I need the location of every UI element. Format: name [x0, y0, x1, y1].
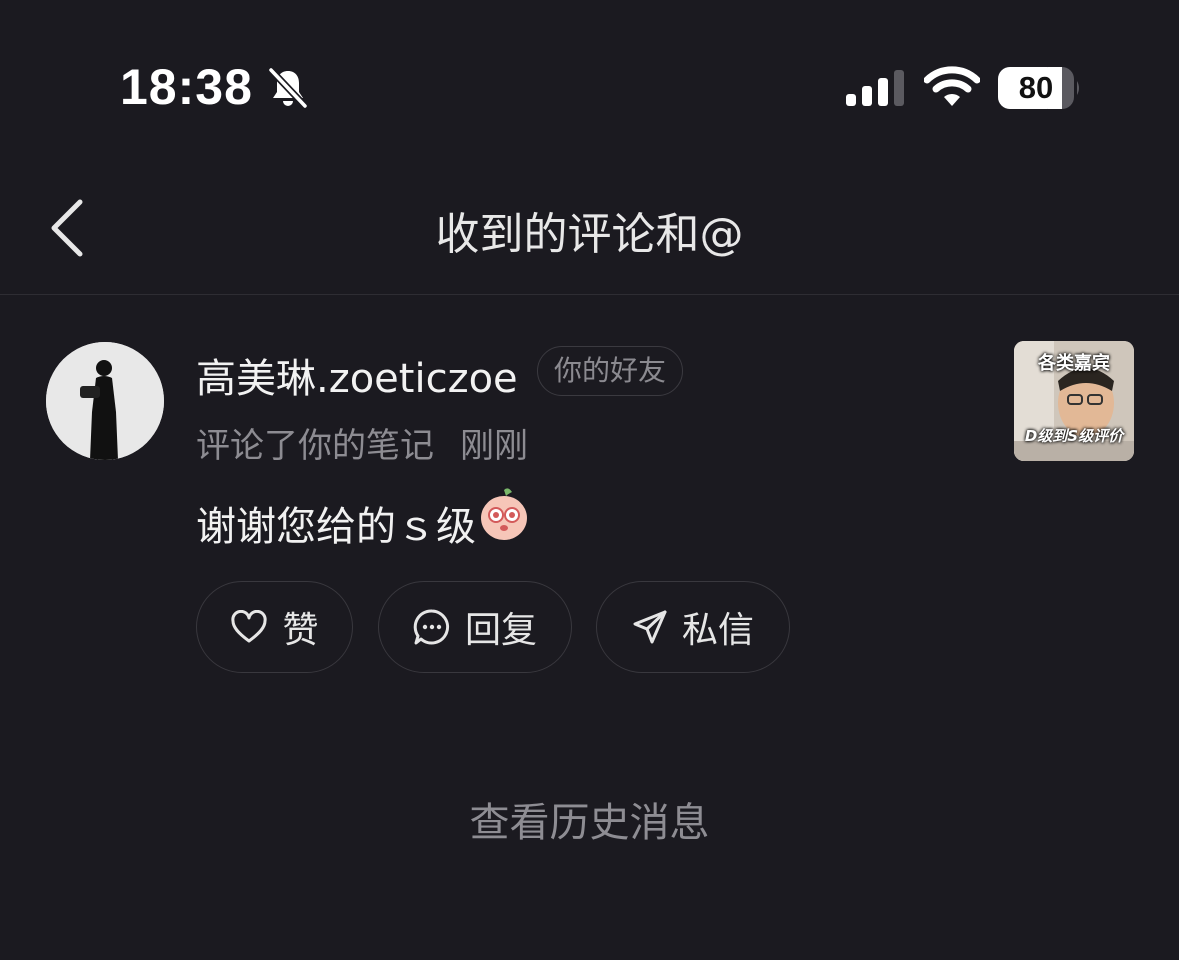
thumbnail-caption-top: 各类嘉宾 [1038, 353, 1110, 374]
send-icon [633, 610, 667, 644]
reply-label: 回复 [464, 610, 537, 651]
comment-text: 谢谢您给的ｓ级 [196, 504, 476, 550]
view-history-link[interactable]: 查看历史消息 [0, 790, 1179, 848]
chat-bubble-icon [413, 609, 450, 645]
wifi-icon [924, 66, 980, 106]
battery-level: 80 [1018, 70, 1054, 105]
username[interactable]: 高美琳.zoeticzoe [196, 346, 518, 404]
avatar[interactable] [46, 342, 164, 460]
status-bar: 18:38 80 [0, 0, 1179, 150]
page-title: 收到的评论和@ [435, 209, 744, 260]
action-text: 评论了你的笔记 [196, 426, 434, 466]
cellular-signal-icon [846, 70, 904, 106]
nav-bar: 收到的评论和@ [0, 160, 1179, 295]
heart-icon [231, 610, 268, 643]
peach-emoji-icon [481, 488, 527, 540]
timestamp: 刚刚 [460, 426, 528, 466]
status-time: 18:38 [120, 59, 253, 115]
note-thumbnail[interactable]: 各类嘉宾 D级到S级评价 [1014, 341, 1134, 461]
thumbnail-caption-bottom: D级到S级评价 [1024, 427, 1124, 445]
bell-slash-icon [268, 67, 308, 109]
like-label: 赞 [282, 610, 319, 651]
message-label: 私信 [681, 610, 754, 651]
message-button[interactable]: 私信 [596, 581, 790, 673]
notification-subtitle: 评论了你的笔记 刚刚 [196, 418, 528, 467]
reply-button[interactable]: 回复 [378, 581, 572, 673]
like-button[interactable]: 赞 [196, 581, 353, 673]
friend-badge: 你的好友 [537, 346, 684, 396]
